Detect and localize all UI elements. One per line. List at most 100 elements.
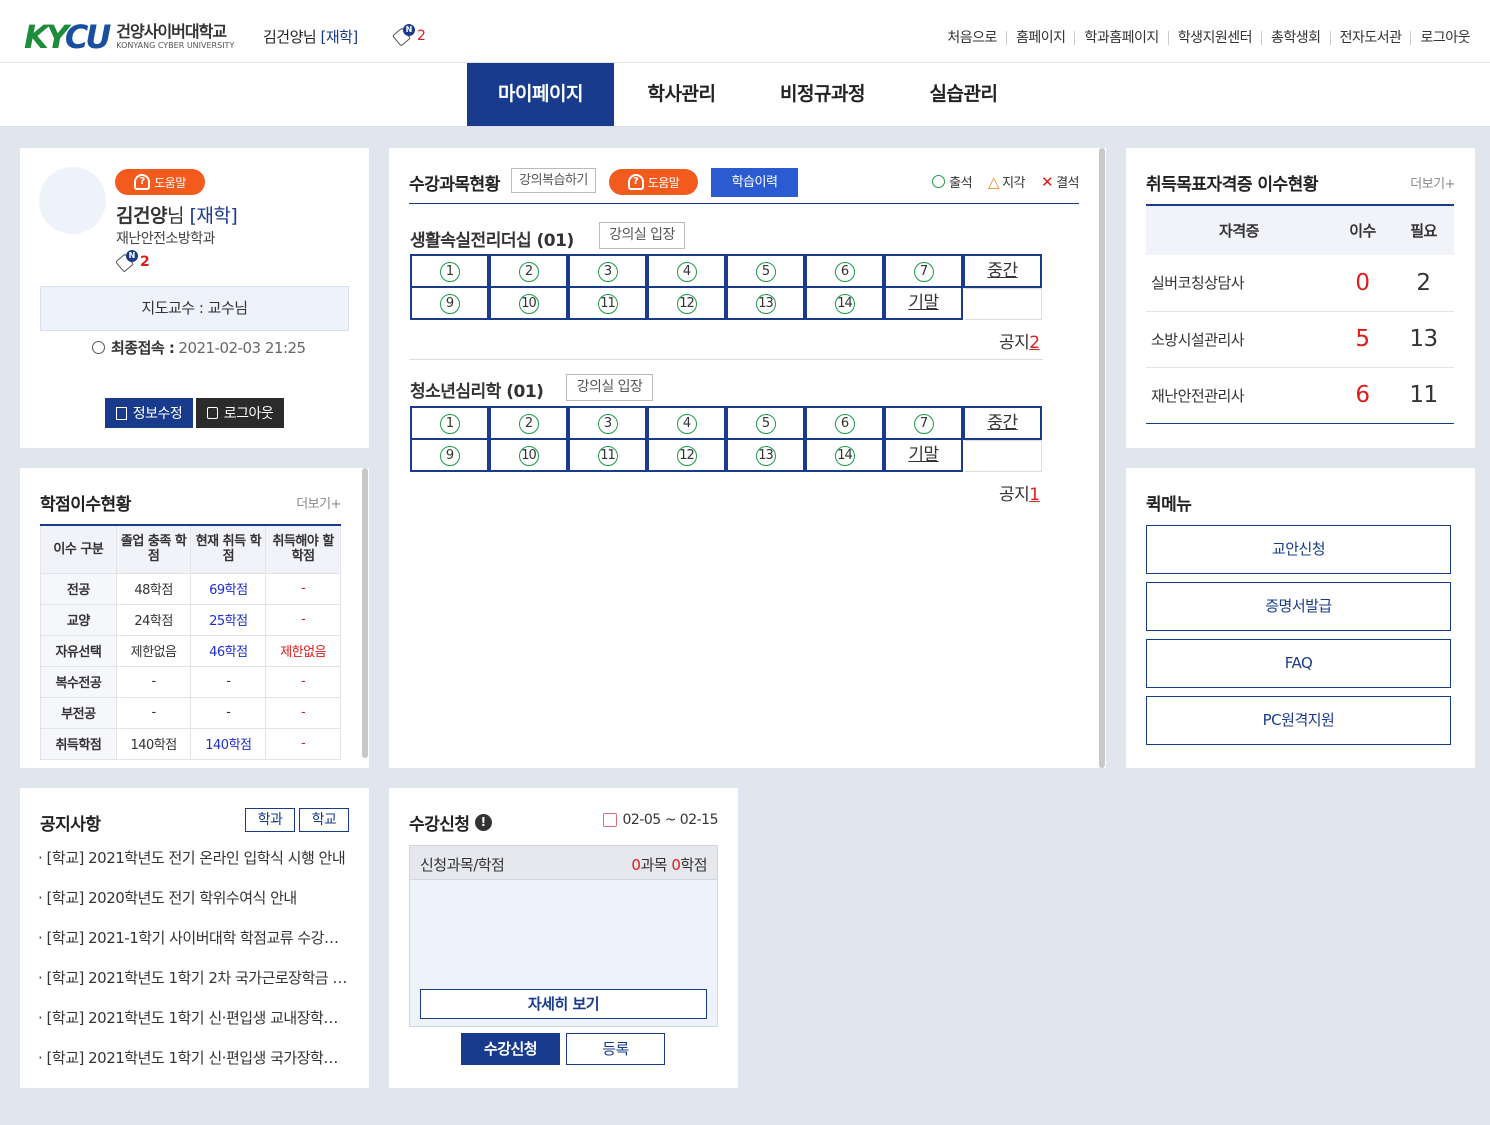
util-link-library[interactable]: 전자도서관 — [1329, 31, 1411, 45]
list-item[interactable]: · [학교] 2021학년도 1학기 신·편입생 교내장학금 안내 — [38, 1007, 348, 1028]
nav-practice[interactable]: 실습관리 — [890, 63, 1037, 126]
top-notification[interactable]: N 2 — [392, 24, 426, 47]
final-link: 기말 — [908, 445, 939, 465]
legend-attend: 출석 — [949, 176, 973, 191]
cert-name: 재난안전관리사 — [1151, 386, 1245, 405]
week-cell[interactable]: 2 — [489, 254, 568, 288]
week-number: 14 — [834, 294, 855, 314]
week-cell[interactable]: 11 — [568, 286, 647, 320]
week-cell[interactable]: 6 — [805, 254, 884, 288]
notice-title: 공지사항 — [40, 815, 101, 835]
info-icon[interactable]: ! — [474, 814, 492, 831]
week-cell[interactable]: 14 — [805, 286, 884, 320]
enter-classroom-button[interactable]: 강의실 입장 — [599, 222, 685, 249]
logo-text: 건양사이버대학교 KONYANG CYBER UNIVERSITY — [116, 24, 234, 50]
week-cell[interactable]: 1 — [410, 406, 489, 440]
week-number: 9 — [439, 446, 460, 466]
week-cell[interactable]: 2 — [489, 406, 568, 440]
week-cell[interactable]: 5 — [726, 406, 805, 440]
courses-help-button[interactable]: ? 도움말 — [609, 169, 698, 195]
util-link-home[interactable]: 처음으로 — [938, 31, 1006, 45]
util-link-dept-homepage[interactable]: 학과홈페이지 — [1074, 31, 1167, 45]
quick-remote-support[interactable]: PC원격지원 — [1146, 696, 1451, 745]
view-detail-button[interactable]: 자세히 보기 — [420, 989, 707, 1019]
week-cell[interactable]: 12 — [647, 286, 726, 320]
notice-tab-school[interactable]: 학교 — [299, 808, 349, 832]
quick-faq[interactable]: FAQ — [1146, 639, 1451, 688]
learning-history-button[interactable]: 학습이력 — [711, 168, 798, 197]
week-cell[interactable]: 10 — [489, 286, 568, 320]
util-link-logout[interactable]: 로그아웃 — [1410, 31, 1470, 45]
list-item[interactable]: · [학교] 2020학년도 전기 학위수여식 안내 — [38, 887, 348, 908]
quick-certificate[interactable]: 증명서발급 — [1146, 582, 1451, 631]
courses-title-divider — [409, 203, 1079, 204]
help-icon: ? — [134, 174, 151, 190]
week-cell[interactable]: 10 — [489, 438, 568, 472]
enroll-button[interactable]: 수강신청 — [461, 1033, 560, 1065]
week-cell[interactable]: 4 — [647, 406, 726, 440]
week-cell[interactable]: 13 — [726, 286, 805, 320]
week-number: 14 — [834, 446, 855, 466]
courses-scrollbar[interactable] — [1099, 148, 1105, 768]
final-cell[interactable]: 기말 — [884, 438, 963, 472]
list-item[interactable]: · [학교] 2021학년도 1학기 신·편입생 국가장학금 안내 — [38, 1047, 348, 1068]
week-cell[interactable]: 1 — [410, 254, 489, 288]
util-link-homepage[interactable]: 홈페이지 — [1005, 31, 1075, 45]
top-user-name: 김건양님 — [263, 28, 317, 46]
week-cell[interactable]: 3 — [568, 406, 647, 440]
week-cell[interactable]: 14 — [805, 438, 884, 472]
week-cell[interactable]: 6 — [805, 406, 884, 440]
week-cell[interactable]: 7 — [884, 406, 963, 440]
top-user-info: 김건양님 [재학] — [263, 26, 358, 47]
quick-handout-request[interactable]: 교안신청 — [1146, 525, 1451, 574]
week-cell[interactable]: 12 — [647, 438, 726, 472]
nav-mypage[interactable]: 마이페이지 — [467, 63, 614, 126]
list-item[interactable]: · [학교] 2021학년도 1학기 2차 국가근로장학금 신청 안내 — [38, 967, 348, 988]
logo-korean: 건양사이버대학교 — [116, 22, 227, 41]
register-button[interactable]: 등록 — [566, 1033, 665, 1065]
list-item[interactable]: · [학교] 2021-1학기 사이버대학 학점교류 수강신청 안내 — [38, 927, 348, 948]
edit-info-button[interactable]: 정보수정 — [105, 398, 193, 428]
cert-done: 6 — [1355, 382, 1370, 408]
last-login: 최종접속 : 2021-02-03 21:25 — [92, 337, 306, 358]
midterm-cell[interactable]: 중간 — [963, 406, 1042, 440]
util-link-student-council[interactable]: 총학생회 — [1261, 31, 1330, 45]
week-number: 11 — [597, 446, 618, 466]
course-notice[interactable]: 공지1 — [999, 480, 1040, 505]
week-cell[interactable]: 11 — [568, 438, 647, 472]
credits-more-link[interactable]: 더보기+ — [296, 493, 341, 512]
week-cell[interactable]: 7 — [884, 254, 963, 288]
course-notice[interactable]: 공지2 — [999, 328, 1040, 353]
nav-nondegree[interactable]: 비정규과정 — [749, 63, 896, 126]
week-cell[interactable]: 4 — [647, 254, 726, 288]
site-logo[interactable]: KYCU 건양사이버대학교 KONYANG CYBER UNIVERSITY — [24, 21, 234, 53]
week-number: 10 — [518, 294, 539, 314]
table-row: 소방시설관리사 5 13 — [1146, 311, 1454, 367]
week-cell[interactable]: 5 — [726, 254, 805, 288]
week-cell[interactable]: 13 — [726, 438, 805, 472]
list-item[interactable]: · [학교] 2021학년도 전기 온라인 입학식 시행 안내 — [38, 847, 348, 868]
week-number: 12 — [676, 446, 697, 466]
last-login-time: 2021-02-03 21:25 — [178, 338, 306, 357]
certs-more-link[interactable]: 더보기+ — [1410, 173, 1455, 192]
midterm-cell[interactable]: 중간 — [963, 254, 1042, 288]
certs-col-need: 필요 — [1410, 222, 1437, 240]
credit-required: - — [115, 696, 192, 729]
nav-academic[interactable]: 학사관리 — [608, 63, 755, 126]
week-cell[interactable]: 3 — [568, 254, 647, 288]
credit-label: 취득학점 — [40, 727, 117, 760]
midterm-link: 중간 — [987, 261, 1018, 281]
profile-help-button[interactable]: ? 도움말 — [115, 169, 205, 195]
week-cell[interactable]: 9 — [410, 438, 489, 472]
profile-logout-button[interactable]: 로그아웃 — [196, 398, 284, 428]
certs-col-done: 이수 — [1349, 222, 1376, 240]
credits-scrollbar[interactable] — [362, 468, 368, 758]
week-cell[interactable]: 9 — [410, 286, 489, 320]
enter-classroom-button[interactable]: 강의실 입장 — [566, 374, 653, 401]
credits-col-needed: 취득해야 할 학점 — [265, 524, 341, 574]
final-cell[interactable]: 기말 — [884, 286, 963, 320]
util-link-student-center[interactable]: 학생지원센터 — [1167, 31, 1261, 45]
notice-tab-dept[interactable]: 학과 — [245, 808, 295, 832]
profile-notification[interactable]: N 2 — [115, 250, 150, 273]
review-lectures-button[interactable]: 강의복습하기 — [511, 168, 596, 193]
